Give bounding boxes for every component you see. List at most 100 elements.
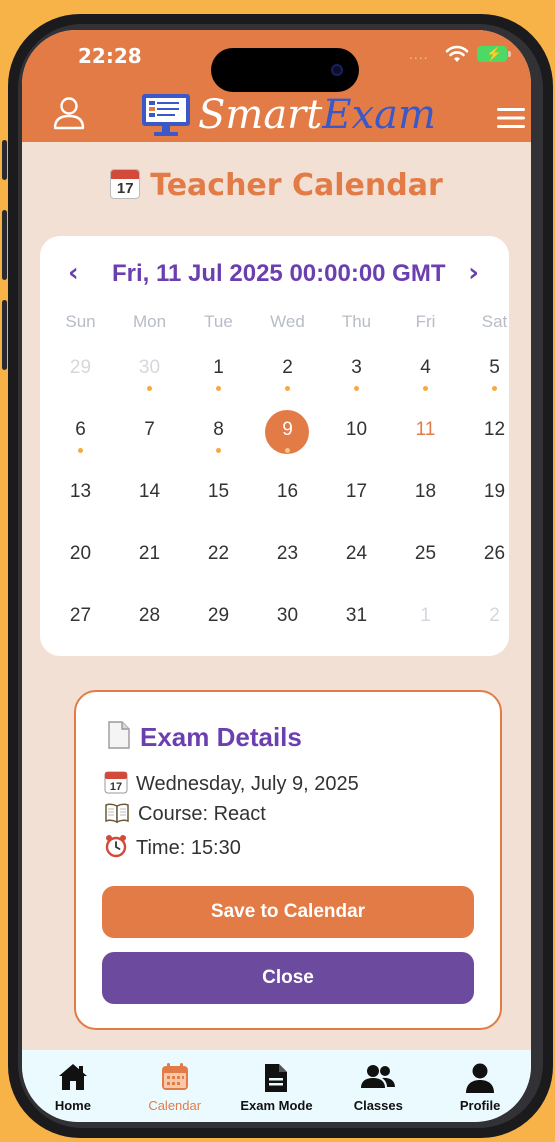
monitor-icon <box>142 94 190 136</box>
exam-marker-dot <box>492 386 497 391</box>
next-month-button[interactable]: › <box>468 258 479 288</box>
calendar-day-number: 10 <box>345 419 368 440</box>
nav-label: Home <box>54 1098 91 1113</box>
menu-icon[interactable] <box>496 106 526 130</box>
calendar-day-number: 7 <box>144 419 155 440</box>
alarm-clock-icon <box>105 835 127 858</box>
camera-icon <box>331 64 343 76</box>
calendar-day[interactable]: 22 <box>184 534 253 596</box>
calendar-day-number: 21 <box>138 543 161 564</box>
calendar-day[interactable]: 30 <box>253 596 322 658</box>
calendar-day-number: 19 <box>483 481 506 502</box>
weekday-label: Mon <box>132 312 167 331</box>
nav-item-calendar[interactable]: Calendar <box>124 1050 226 1122</box>
calendar-day-number: 30 <box>138 357 161 378</box>
calendar-day[interactable]: 30 <box>115 348 184 410</box>
calendar-day[interactable]: 4 <box>391 348 460 410</box>
calendar-day-number: 28 <box>138 605 161 626</box>
exam-details-card: Exam Details 17 Wednesday, July 9, 2025 … <box>74 690 502 1030</box>
exam-details-title: Exam Details <box>106 720 302 753</box>
calendar-emoji-icon: 17 <box>110 169 141 199</box>
calendar-day[interactable]: 2 <box>253 348 322 410</box>
bottom-nav: Home Calendar Exam Mode Classes Profile <box>22 1050 531 1122</box>
calendar-day[interactable]: 23 <box>253 534 322 596</box>
calendar-day[interactable]: 10 <box>322 410 391 472</box>
prev-month-button[interactable]: ‹ <box>68 258 79 288</box>
exam-time: Time: 15:30 <box>136 837 241 859</box>
calendar-day[interactable]: 28 <box>115 596 184 658</box>
selected-date-label: Fri, 11 Jul 2025 00:00:00 GMT <box>112 260 446 287</box>
close-button[interactable]: Close <box>102 952 474 1004</box>
calendar-day-number: 11 <box>415 419 436 440</box>
calendar-day[interactable]: 6 <box>46 410 115 472</box>
nav-label: Profile <box>459 1098 501 1113</box>
calendar-day[interactable]: 3 <box>322 348 391 410</box>
calendar-day[interactable]: 17 <box>322 472 391 534</box>
calendar-day-number: 1 <box>420 605 431 626</box>
calendar-day-number: 27 <box>69 605 92 626</box>
profile-icon <box>466 1063 495 1093</box>
document-icon <box>108 721 130 749</box>
weekday-label: Wed <box>270 312 305 331</box>
nav-item-classes[interactable]: Classes <box>327 1050 429 1122</box>
side-button <box>2 210 7 280</box>
calendar-day[interactable]: 25 <box>391 534 460 596</box>
weekday-label: Thu <box>341 312 372 331</box>
calendar-day[interactable]: 26 <box>460 534 529 596</box>
calendar-day[interactable]: 27 <box>46 596 115 658</box>
exam-course: Course: React <box>138 803 266 825</box>
calendar-day-number: 31 <box>345 605 368 626</box>
calendar-day-number: 20 <box>69 543 92 564</box>
users-icon <box>361 1065 396 1088</box>
side-button <box>2 300 7 370</box>
weekday-label: Fri <box>415 312 436 331</box>
nav-label: Calendar <box>148 1098 202 1113</box>
calendar-day[interactable]: 21 <box>115 534 184 596</box>
nav-label: Classes <box>353 1098 403 1113</box>
nav-item-profile[interactable]: Profile <box>429 1050 531 1122</box>
exam-details-title-text: Exam Details <box>140 722 302 752</box>
calendar-day-number: 8 <box>213 419 224 440</box>
user-icon[interactable] <box>52 96 86 130</box>
exam-date-line: 17 Wednesday, July 9, 2025 <box>104 770 359 796</box>
calendar-day[interactable]: 5 <box>460 348 529 410</box>
calendar-day[interactable]: 8 <box>184 410 253 472</box>
svg-text:17: 17 <box>110 781 122 793</box>
exam-date: Wednesday, July 9, 2025 <box>136 773 359 795</box>
calendar-day[interactable]: 20 <box>46 534 115 596</box>
calendar-day[interactable]: 15 <box>184 472 253 534</box>
calendar-day[interactable]: 29 <box>46 348 115 410</box>
calendar-day[interactable]: 16 <box>253 472 322 534</box>
exam-time-line: Time: 15:30 <box>104 834 241 860</box>
calendar-day[interactable]: 19 <box>460 472 529 534</box>
logo-smart-text: Smart <box>198 92 323 138</box>
page-title: 17 Teacher Calendar <box>22 168 531 203</box>
calendar-day[interactable]: 11 <box>391 410 460 472</box>
calendar-day[interactable]: 13 <box>46 472 115 534</box>
calendar-day[interactable]: 7 <box>115 410 184 472</box>
exam-marker-dot <box>147 386 152 391</box>
calendar-icon <box>161 1063 188 1090</box>
calendar-day[interactable]: 14 <box>115 472 184 534</box>
save-to-calendar-button[interactable]: Save to Calendar <box>102 886 474 938</box>
calendar-day[interactable]: 12 <box>460 410 529 472</box>
calendar-days-grid: 29 30 1 2 3 4 5 6 7 8 9 10 11 12 13 14 15 16 17 18 19 20 21 22 2… <box>46 348 530 658</box>
calendar-day-number: 12 <box>483 419 506 440</box>
calendar-day[interactable]: 2 <box>460 596 529 658</box>
calendar-header: ‹ Fri, 11 Jul 2025 00:00:00 GMT › <box>40 254 509 294</box>
nav-item-home[interactable]: Home <box>22 1050 124 1122</box>
calendar-day[interactable]: 1 <box>184 348 253 410</box>
weekday-row: Sun Mon Tue Wed Thu Fri Sat <box>46 312 530 332</box>
home-icon <box>58 1064 87 1090</box>
nav-item-exam-mode[interactable]: Exam Mode <box>226 1050 328 1122</box>
calendar-day-number: 17 <box>345 481 368 502</box>
calendar-day[interactable]: 18 <box>391 472 460 534</box>
calendar-day[interactable]: 24 <box>322 534 391 596</box>
exam-course-line: Course: React <box>104 802 266 826</box>
calendar-day-number: 2 <box>489 605 500 626</box>
calendar-day-selected[interactable]: 9 <box>253 410 322 472</box>
calendar-day[interactable]: 31 <box>322 596 391 658</box>
exam-marker-dot <box>285 386 290 391</box>
calendar-day[interactable]: 1 <box>391 596 460 658</box>
calendar-day[interactable]: 29 <box>184 596 253 658</box>
